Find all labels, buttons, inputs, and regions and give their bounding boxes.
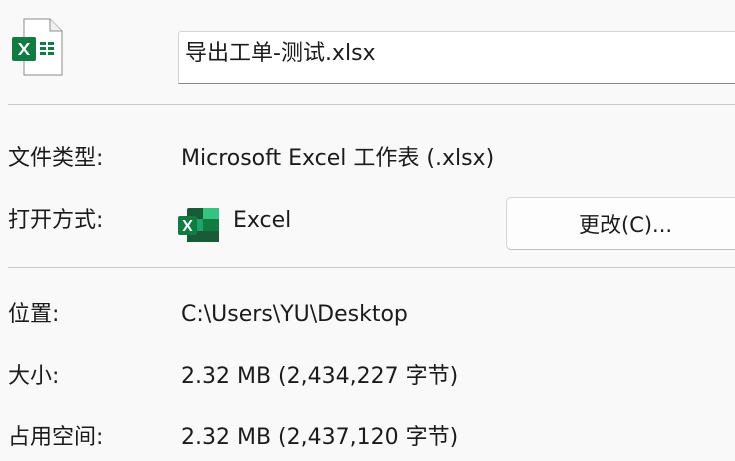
location-label: 位置: bbox=[8, 302, 60, 327]
excel-app-icon bbox=[178, 208, 219, 242]
size-on-disk-value: 2.32 MB (2,437,120 字节) bbox=[181, 425, 459, 450]
file-name-input[interactable] bbox=[185, 36, 725, 66]
properties-general-panel: 文件类型: Microsoft Excel 工作表 (.xlsx) 打开方式: … bbox=[0, 0, 735, 461]
file-name-field[interactable] bbox=[178, 31, 735, 84]
divider bbox=[8, 267, 735, 268]
divider bbox=[8, 104, 735, 105]
opens-with-label: 打开方式: bbox=[8, 208, 104, 233]
size-value: 2.32 MB (2,434,227 字节) bbox=[181, 364, 459, 389]
change-app-button[interactable]: 更改(C)... bbox=[506, 197, 735, 250]
file-type-value: Microsoft Excel 工作表 (.xlsx) bbox=[181, 146, 495, 171]
opens-with-app-name: Excel bbox=[233, 208, 292, 233]
excel-file-icon bbox=[12, 18, 63, 76]
size-on-disk-label: 占用空间: bbox=[8, 425, 104, 450]
file-type-label: 文件类型: bbox=[8, 146, 104, 171]
size-label: 大小: bbox=[8, 364, 60, 389]
location-value: C:\Users\YU\Desktop bbox=[181, 302, 408, 327]
